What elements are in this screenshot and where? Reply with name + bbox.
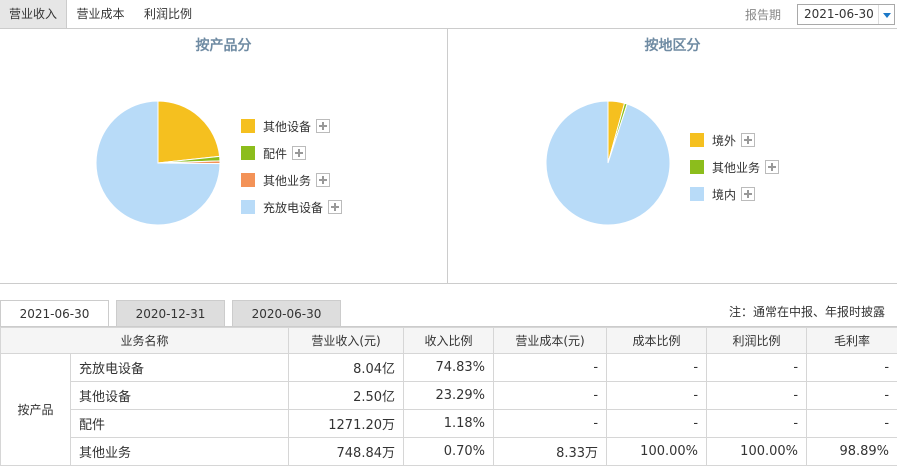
header-revenue-ratio: 收入比例 bbox=[403, 327, 495, 354]
legend-item-other-business: 其他业务 bbox=[241, 172, 331, 188]
product-chart-panel: 按产品分 其他设备 配件 其他业务 充放电设备 bbox=[0, 28, 448, 284]
report-period-select[interactable]: 2021-06-30 bbox=[797, 4, 895, 25]
plus-icon[interactable] bbox=[316, 173, 331, 187]
legend-label: 境外 bbox=[712, 133, 737, 148]
cell-revenue-ratio: 74.83% bbox=[403, 353, 495, 382]
pie-slice-其他设备[interactable] bbox=[157, 100, 221, 164]
plus-icon[interactable] bbox=[741, 133, 756, 147]
legend-item-charging-equipment: 充放电设备 bbox=[241, 199, 343, 215]
date-tab-2020-06-30[interactable]: 2020-06-30 bbox=[232, 300, 341, 326]
legend-swatch bbox=[241, 146, 255, 160]
tab-revenue[interactable]: 营业收入 bbox=[0, 0, 67, 28]
header-gross-margin: 毛利率 bbox=[806, 327, 897, 354]
cell-name: 充放电设备 bbox=[69, 353, 290, 382]
legend-swatch bbox=[241, 119, 255, 133]
cell-cost: - bbox=[493, 409, 608, 438]
table-header-row: 业务名称 营业收入(元) 收入比例 营业成本(元) 成本比例 利润比例 毛利率 bbox=[0, 327, 897, 354]
cell-revenue-ratio: 1.18% bbox=[403, 409, 495, 438]
cell-cost: 8.33万 bbox=[493, 437, 608, 466]
tab-cost[interactable]: 营业成本 bbox=[67, 0, 134, 28]
header-cost-ratio: 成本比例 bbox=[606, 327, 708, 354]
legend-swatch bbox=[690, 133, 704, 147]
cell-profit-ratio: - bbox=[706, 409, 808, 438]
cell-profit-ratio: - bbox=[706, 353, 808, 382]
cell-name: 其他业务 bbox=[69, 437, 290, 466]
cell-revenue: 748.84万 bbox=[288, 437, 405, 466]
cell-revenue-ratio: 0.70% bbox=[403, 437, 495, 466]
plus-icon[interactable] bbox=[741, 187, 756, 201]
legend-label: 其他业务 bbox=[712, 160, 761, 175]
date-tab-2021-06-30[interactable]: 2021-06-30 bbox=[0, 300, 109, 327]
header-cost: 营业成本(元) bbox=[493, 327, 608, 354]
cell-cost-ratio: - bbox=[606, 381, 708, 410]
table-row: 按产品 充放电设备 8.04亿 74.83% - - - - bbox=[0, 353, 897, 466]
legend-item-domestic: 境内 bbox=[690, 186, 756, 202]
product-pie-chart bbox=[95, 100, 221, 226]
legend-swatch bbox=[690, 187, 704, 201]
chevron-down-icon[interactable] bbox=[878, 5, 894, 24]
header-business-name: 业务名称 bbox=[0, 327, 290, 354]
legend-label: 配件 bbox=[263, 146, 288, 161]
table-row: 配件 1271.20万 1.18% - - - - bbox=[1, 409, 897, 438]
pie-slice-境内[interactable] bbox=[545, 100, 671, 226]
report-period-label: 报告期 bbox=[745, 8, 782, 22]
legend-item-other-equipment: 其他设备 bbox=[241, 118, 331, 134]
legend-label: 充放电设备 bbox=[263, 200, 324, 215]
legend-label: 境内 bbox=[712, 187, 737, 202]
cell-gross-margin: - bbox=[806, 353, 897, 382]
legend-item-overseas: 境外 bbox=[690, 132, 756, 148]
date-tab-2020-12-31[interactable]: 2020-12-31 bbox=[116, 300, 225, 326]
region-chart-panel: 按地区分 境外 其他业务 境内 bbox=[447, 28, 897, 284]
cell-cost: - bbox=[493, 353, 608, 382]
legend-item-parts: 配件 bbox=[241, 145, 307, 161]
tab-profit-ratio[interactable]: 利润比例 bbox=[136, 0, 200, 28]
legend-swatch bbox=[241, 173, 255, 187]
business-table: 业务名称 营业收入(元) 收入比例 营业成本(元) 成本比例 利润比例 毛利率 … bbox=[0, 327, 897, 466]
cell-revenue: 1271.20万 bbox=[288, 409, 405, 438]
cell-cost-ratio: - bbox=[606, 409, 708, 438]
cell-profit-ratio: - bbox=[706, 381, 808, 410]
top-tab-bar: 营业收入 营业成本 利润比例 报告期 2021-06-30 bbox=[0, 0, 897, 28]
cell-cost-ratio: - bbox=[606, 353, 708, 382]
header-profit-ratio: 利润比例 bbox=[706, 327, 808, 354]
cell-cost-ratio: 100.00% bbox=[606, 437, 708, 466]
row-group-label: 按产品 bbox=[0, 353, 71, 466]
legend-swatch bbox=[241, 200, 255, 214]
cell-name: 其他设备 bbox=[69, 381, 290, 410]
plus-icon[interactable] bbox=[328, 200, 343, 214]
cell-revenue: 8.04亿 bbox=[288, 353, 405, 382]
legend-label: 其他业务 bbox=[263, 173, 312, 188]
report-period-value: 2021-06-30 bbox=[804, 7, 874, 21]
plus-icon[interactable] bbox=[316, 119, 331, 133]
cell-name: 配件 bbox=[69, 409, 290, 438]
cell-gross-margin: 98.89% bbox=[806, 437, 897, 466]
table-row: 其他设备 2.50亿 23.29% - - - - bbox=[1, 381, 897, 410]
disclosure-note: 注：通常在中报、年报时披露 bbox=[728, 305, 885, 319]
cell-revenue: 2.50亿 bbox=[288, 381, 405, 410]
region-pie-chart bbox=[545, 100, 671, 226]
cell-profit-ratio: 100.00% bbox=[706, 437, 808, 466]
table-row: 其他业务 748.84万 0.70% 8.33万 100.00% 100.00%… bbox=[1, 437, 897, 466]
legend-item-other-business: 其他业务 bbox=[690, 159, 780, 175]
cell-gross-margin: - bbox=[806, 381, 897, 410]
legend-label: 其他设备 bbox=[263, 119, 312, 134]
legend-swatch bbox=[690, 160, 704, 174]
cell-gross-margin: - bbox=[806, 409, 897, 438]
cell-cost: - bbox=[493, 381, 608, 410]
plus-icon[interactable] bbox=[292, 146, 307, 160]
header-revenue: 营业收入(元) bbox=[288, 327, 405, 354]
cell-revenue-ratio: 23.29% bbox=[403, 381, 495, 410]
plus-icon[interactable] bbox=[765, 160, 780, 174]
